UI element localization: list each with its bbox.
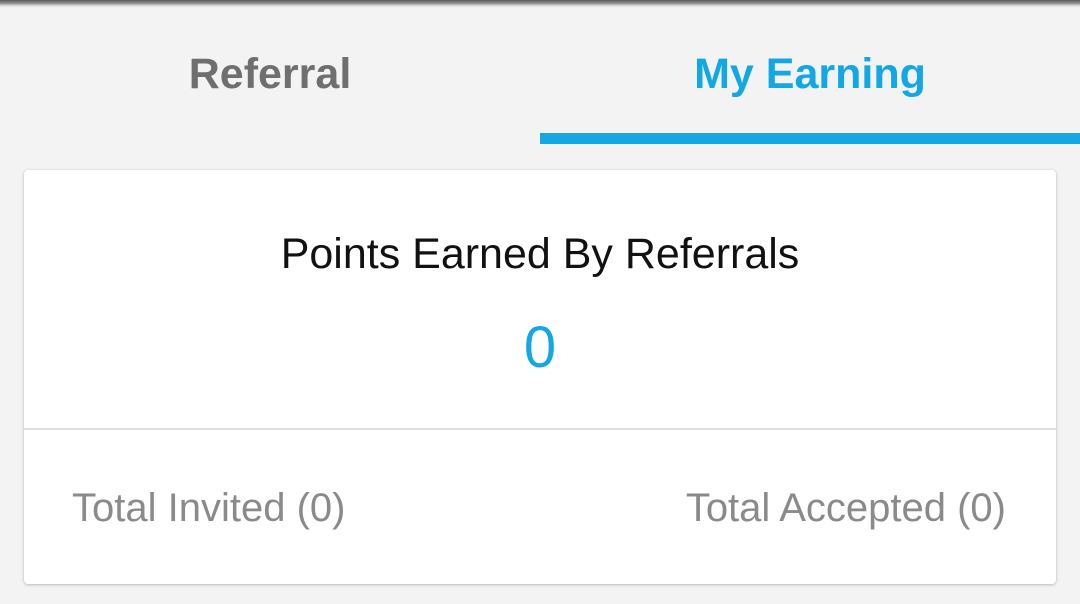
earnings-card: Points Earned By Referrals 0 Total Invit… [24,170,1056,584]
points-value: 0 [523,315,557,380]
tab-bar: Referral My Earning [0,8,1080,144]
active-tab-indicator [540,133,1080,144]
tab-referral-label: Referral [188,49,352,98]
tab-my-earning[interactable]: My Earning [540,8,1080,144]
points-summary: Points Earned By Referrals 0 [24,170,1056,428]
total-invited: Total Invited (0) [72,486,346,530]
points-title: Points Earned By Referrals [280,230,800,278]
total-accepted: Total Accepted (0) [685,486,1006,530]
tab-my-earning-label: My Earning [694,49,926,98]
card-divider [24,428,1056,430]
tab-referral[interactable]: Referral [0,8,540,144]
top-shadow [0,0,1080,8]
